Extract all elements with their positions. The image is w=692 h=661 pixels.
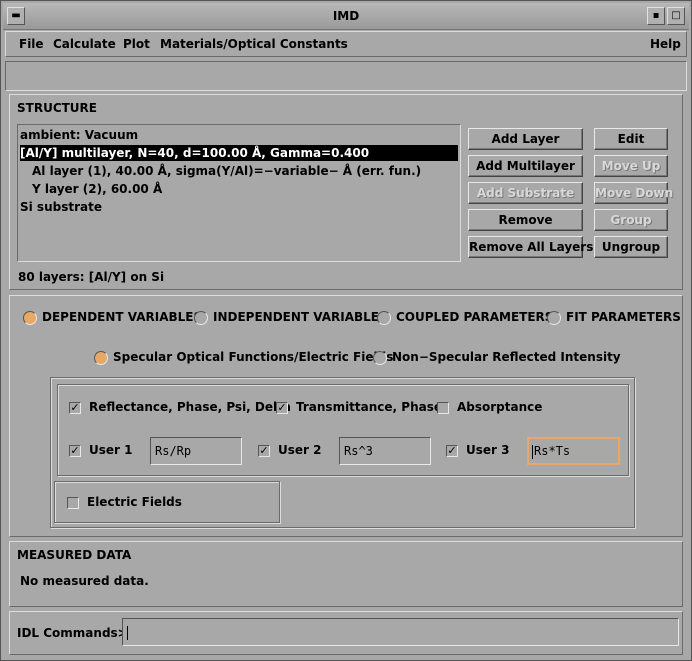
- remove-all-layers-button[interactable]: Remove All Layers: [468, 236, 593, 258]
- imd-window: ▬ IMD ▪ □ File Calculate Plot Materials/…: [0, 0, 692, 661]
- measured-data-panel: MEASURED DATA No measured data.: [9, 541, 683, 607]
- menu-bar: File Calculate Plot Materials/Optical Co…: [5, 31, 687, 57]
- transmittance-checkbox[interactable]: ✓: [276, 402, 288, 414]
- window-title: IMD: [332, 9, 360, 23]
- dependent-variables-label[interactable]: DEPENDENT VARIABLES: [42, 310, 202, 324]
- list-item[interactable]: Si substrate: [20, 199, 102, 215]
- non-specular-radio[interactable]: [373, 351, 387, 365]
- move-down-button[interactable]: Move Down: [594, 182, 673, 204]
- independent-variables-label[interactable]: INDEPENDENT VARIABLES: [213, 310, 388, 324]
- menu-help[interactable]: Help: [650, 37, 681, 51]
- menu-file[interactable]: File: [19, 37, 44, 51]
- user3-input[interactable]: Rs*Ts: [527, 437, 620, 465]
- user2-checkbox[interactable]: ✓: [258, 445, 270, 457]
- layer-list[interactable]: ambient: Vacuum [Al/Y] multilayer, N=40,…: [17, 124, 461, 262]
- maximize-icon[interactable]: □: [667, 7, 685, 25]
- list-item-selected[interactable]: [Al/Y] multilayer, N=40, d=100.00 Å, Gam…: [20, 145, 458, 161]
- ungroup-button[interactable]: Ungroup: [594, 236, 668, 258]
- text-caret: [532, 444, 533, 459]
- absorptance-label: Absorptance: [457, 400, 543, 414]
- add-layer-button[interactable]: Add Layer: [468, 128, 583, 150]
- title-bar[interactable]: ▬ IMD ▪ □: [3, 3, 689, 30]
- absorptance-checkbox[interactable]: [437, 402, 449, 414]
- electric-fields-checkbox[interactable]: [67, 497, 79, 509]
- add-multilayer-button[interactable]: Add Multilayer: [468, 155, 583, 177]
- electric-fields-label: Electric Fields: [87, 495, 182, 509]
- idl-commands-label: IDL Commands>: [17, 626, 128, 640]
- specular-radio[interactable]: [94, 351, 108, 365]
- coupled-parameters-label[interactable]: COUPLED PARAMETERS: [396, 310, 553, 324]
- user1-checkbox[interactable]: ✓: [69, 445, 81, 457]
- minimize-icon[interactable]: ▪: [647, 7, 665, 25]
- menu-materials[interactable]: Materials/Optical Constants: [160, 37, 348, 51]
- user3-value: Rs*Ts: [534, 444, 571, 458]
- menu-calculate[interactable]: Calculate: [53, 37, 116, 51]
- add-substrate-button[interactable]: Add Substrate: [468, 182, 583, 204]
- user1-input[interactable]: Rs/Rp: [150, 437, 242, 465]
- user3-label: User 3: [466, 443, 510, 457]
- measured-data-status: No measured data.: [20, 574, 149, 588]
- group-button[interactable]: Group: [594, 209, 668, 231]
- idl-command-input[interactable]: [122, 618, 679, 646]
- user2-input[interactable]: Rs^3: [339, 437, 431, 465]
- user1-label: User 1: [89, 443, 133, 457]
- layer-summary: 80 layers: [Al/Y] on Si: [18, 270, 165, 284]
- reflectance-checkbox[interactable]: ✓: [69, 402, 81, 414]
- coupled-parameters-radio[interactable]: [377, 311, 391, 325]
- list-item[interactable]: Al layer (1), 40.00 Å, sigma(Y/Al)=−vari…: [32, 163, 421, 179]
- measured-data-label: MEASURED DATA: [17, 548, 132, 562]
- user2-label: User 2: [278, 443, 322, 457]
- text-caret: [127, 625, 128, 640]
- non-specular-label[interactable]: Non−Specular Reflected Intensity: [392, 350, 621, 364]
- specular-label[interactable]: Specular Optical Functions/Electric Fiel…: [113, 350, 393, 364]
- fit-parameters-radio[interactable]: [547, 311, 561, 325]
- independent-variables-radio[interactable]: [194, 311, 208, 325]
- toolbar-strip: [5, 61, 687, 91]
- reflectance-label: Reflectance, Phase, Psi, Delta: [89, 400, 291, 414]
- structure-label: STRUCTURE: [17, 101, 97, 115]
- move-up-button[interactable]: Move Up: [594, 155, 668, 177]
- user3-checkbox[interactable]: ✓: [446, 445, 458, 457]
- dependent-variables-radio[interactable]: [23, 311, 37, 325]
- fit-parameters-label[interactable]: FIT PARAMETERS: [566, 310, 681, 324]
- edit-button[interactable]: Edit: [594, 128, 668, 150]
- remove-button[interactable]: Remove: [468, 209, 583, 231]
- menu-plot[interactable]: Plot: [123, 37, 150, 51]
- list-item[interactable]: Y layer (2), 60.00 Å: [32, 181, 162, 197]
- list-item[interactable]: ambient: Vacuum: [20, 127, 138, 143]
- transmittance-label: Transmittance, Phase: [296, 400, 443, 414]
